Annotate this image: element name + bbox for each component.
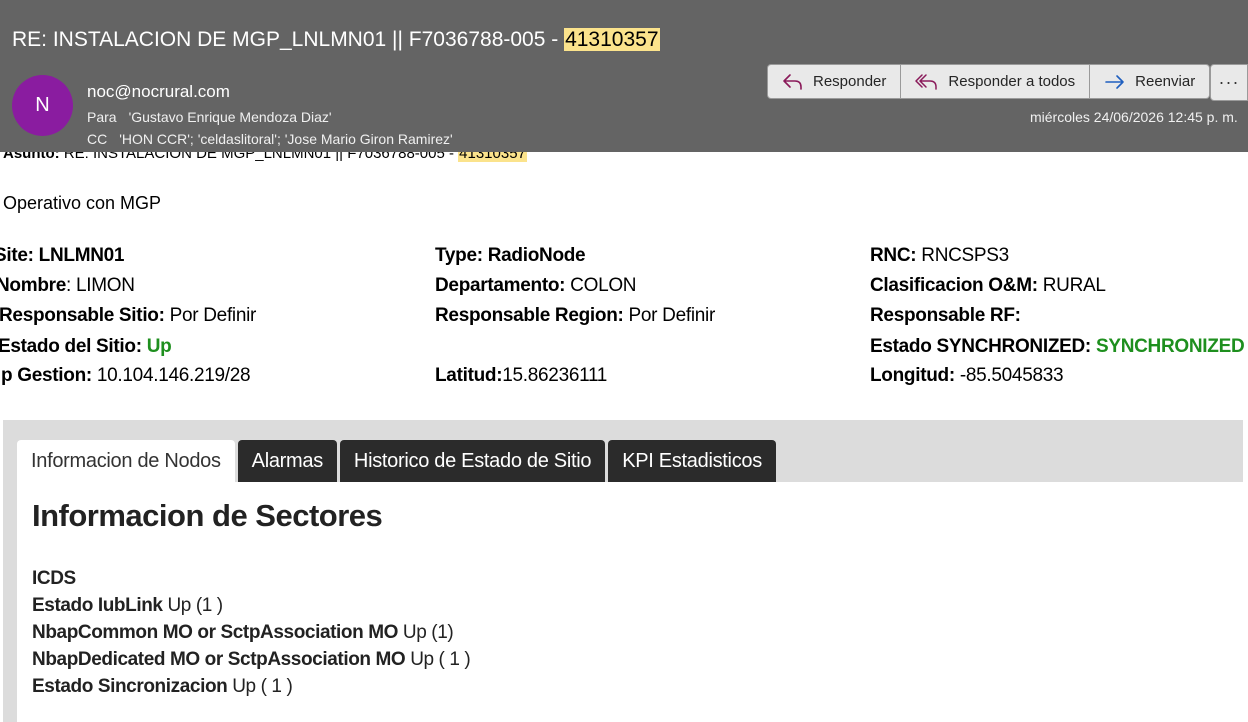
icds-label: ICDS (32, 568, 76, 589)
tab-kpi-estadisticos[interactable]: KPI Estadisticos (608, 440, 776, 483)
email-date: miércoles 24/06/2026 12:45 p. m. (1030, 109, 1238, 125)
forward-button[interactable]: Reenviar (1090, 64, 1211, 99)
tabs-panel: Informacion de Nodos Alarmas Historico d… (3, 420, 1243, 722)
nbap-common-value: Up (1) (398, 622, 454, 643)
iublink-value: Up (1 ) (162, 595, 223, 616)
nbap-dedicated-value: Up ( 1 ) (405, 649, 471, 670)
latitud-field: Latitud:15.86236111 (435, 365, 607, 387)
latitud-value: 15.86236111 (502, 365, 608, 386)
departamento-label: Departamento: (435, 275, 566, 296)
estado-sitio-label: Estado del Sitio: (0, 336, 142, 357)
responsable-rf-field: Responsable RF: (870, 305, 1021, 327)
estado-sync-label: Estado SYNCHRONIZED: (870, 336, 1091, 357)
site-field: Site: LNLMN01 (0, 245, 124, 267)
sender-address[interactable]: noc@nocrural.com (87, 82, 230, 102)
action-buttons: Responder Responder a todos Reenviar (767, 64, 1211, 101)
forward-label: Reenviar (1135, 73, 1196, 90)
clasificacion-label: Clasificacion O&M: (870, 275, 1038, 296)
nbap-dedicated-label: NbapDedicated MO or SctpAssociation MO (32, 649, 406, 670)
subject-text: RE: INSTALACION DE MGP_LNLMN01 || F70367… (12, 28, 565, 51)
rnc-field: RNC: RNCSPS3 (870, 245, 1009, 267)
type-field: Type: RadioNode (435, 245, 586, 267)
sincronizacion-value: Up ( 1 ) (227, 676, 293, 697)
estado-sitio-value: Up (146, 336, 172, 357)
reply-all-icon (915, 72, 939, 92)
estado-sync-value: SYNCHRONIZED (1095, 336, 1245, 357)
responsable-sitio-label: Responsable Sitio: (0, 305, 165, 326)
email-subject: RE: INSTALACION DE MGP_LNLMN01 || F70367… (12, 28, 660, 52)
site-value: LNLMN01 (38, 245, 125, 266)
rnc-value: RNCSPS3 (916, 245, 1009, 266)
estado-sitio-field: Estado del Sitio: Up (0, 336, 172, 358)
more-icon: ··· (1218, 72, 1240, 92)
icds-heading: ICDS (32, 568, 76, 590)
iublink-row: Estado IubLink Up (1 ) (32, 595, 223, 617)
site-label: Site: (0, 245, 34, 266)
ip-gestion-label: Ip Gestion: (0, 365, 92, 386)
tab-historico-estado[interactable]: Historico de Estado de Sitio (339, 440, 606, 483)
reply-label: Responder (813, 73, 887, 90)
responsable-sitio-field: Responsable Sitio: Por Definir (0, 305, 256, 327)
tab-informacion-nodos[interactable]: Informacion de Nodos (17, 440, 235, 483)
responsable-rf-label: Responsable RF: (870, 305, 1021, 326)
ip-gestion-field: Ip Gestion: 10.104.146.219/28 (0, 365, 251, 387)
nbap-common-row: NbapCommon MO or SctpAssociation MO Up (… (32, 622, 454, 644)
nombre-label: Nombre (0, 275, 66, 296)
responsable-region-value: Por Definir (623, 305, 716, 326)
departamento-value: COLON (565, 275, 637, 296)
latitud-label: Latitud: (435, 365, 503, 386)
nombre-value: : LIMON (66, 275, 135, 296)
reply-icon (782, 72, 804, 92)
rnc-label: RNC: (870, 245, 917, 266)
reply-button[interactable]: Responder (767, 64, 902, 99)
longitud-field: Longitud: -85.5045833 (870, 365, 1064, 387)
cc-line: CC 'HON CCR'; 'celdaslitoral'; 'Jose Mari… (87, 131, 453, 147)
email-header: RE: INSTALACION DE MGP_LNLMN01 || F70367… (0, 0, 1248, 152)
to-recipients[interactable]: 'Gustavo Enrique Mendoza Diaz' (129, 109, 332, 125)
forward-arrow-icon (1104, 72, 1126, 92)
sincronizacion-row: Estado Sincronizacion Up ( 1 ) (32, 676, 293, 698)
avatar[interactable]: N (12, 75, 73, 136)
iublink-label: Estado IubLink (32, 595, 163, 616)
subject-highlight: 41310357 (564, 28, 660, 51)
cc-recipients[interactable]: 'HON CCR'; 'celdaslitoral'; 'Jose Mario … (119, 131, 452, 147)
responsable-region-field: Responsable Region: Por Definir (435, 305, 715, 327)
nombre-field: Nombre: LIMON (0, 275, 135, 297)
cc-label: CC (87, 131, 108, 147)
reply-all-button[interactable]: Responder a todos (901, 64, 1091, 99)
operativo-text: Operativo con MGP (3, 193, 162, 213)
responsable-sitio-value: Por Definir (164, 305, 257, 326)
tab-bar: Informacion de Nodos Alarmas Historico d… (17, 440, 776, 483)
responsable-region-label: Responsable Region: (435, 305, 624, 326)
tab-content: Informacion de Sectores ICDS Estado IubL… (17, 482, 1243, 722)
nbap-common-label: NbapCommon MO or SctpAssociation MO (32, 622, 399, 643)
longitud-value: -85.5045833 (954, 365, 1064, 386)
to-line: Para 'Gustavo Enrique Mendoza Diaz' (87, 109, 332, 125)
type-label: Type: RadioNode (435, 245, 586, 266)
longitud-label: Longitud: (870, 365, 955, 386)
sincronizacion-label: Estado Sincronizacion (32, 676, 228, 697)
clasificacion-value: RURAL (1037, 275, 1106, 296)
sectores-title: Informacion de Sectores (32, 498, 383, 533)
departamento-field: Departamento: COLON (435, 275, 637, 297)
ip-gestion-value: 10.104.146.219/28 (91, 365, 251, 386)
nbap-dedicated-row: NbapDedicated MO or SctpAssociation MO U… (32, 649, 471, 671)
tab-alarmas[interactable]: Alarmas (237, 440, 337, 483)
estado-sync-field: Estado SYNCHRONIZED: SYNCHRONIZED (870, 336, 1245, 358)
to-label: Para (87, 109, 117, 125)
reply-all-label: Responder a todos (948, 73, 1076, 90)
clasificacion-field: Clasificacion O&M: RURAL (870, 275, 1106, 297)
more-actions-button[interactable]: ··· (1210, 64, 1248, 101)
